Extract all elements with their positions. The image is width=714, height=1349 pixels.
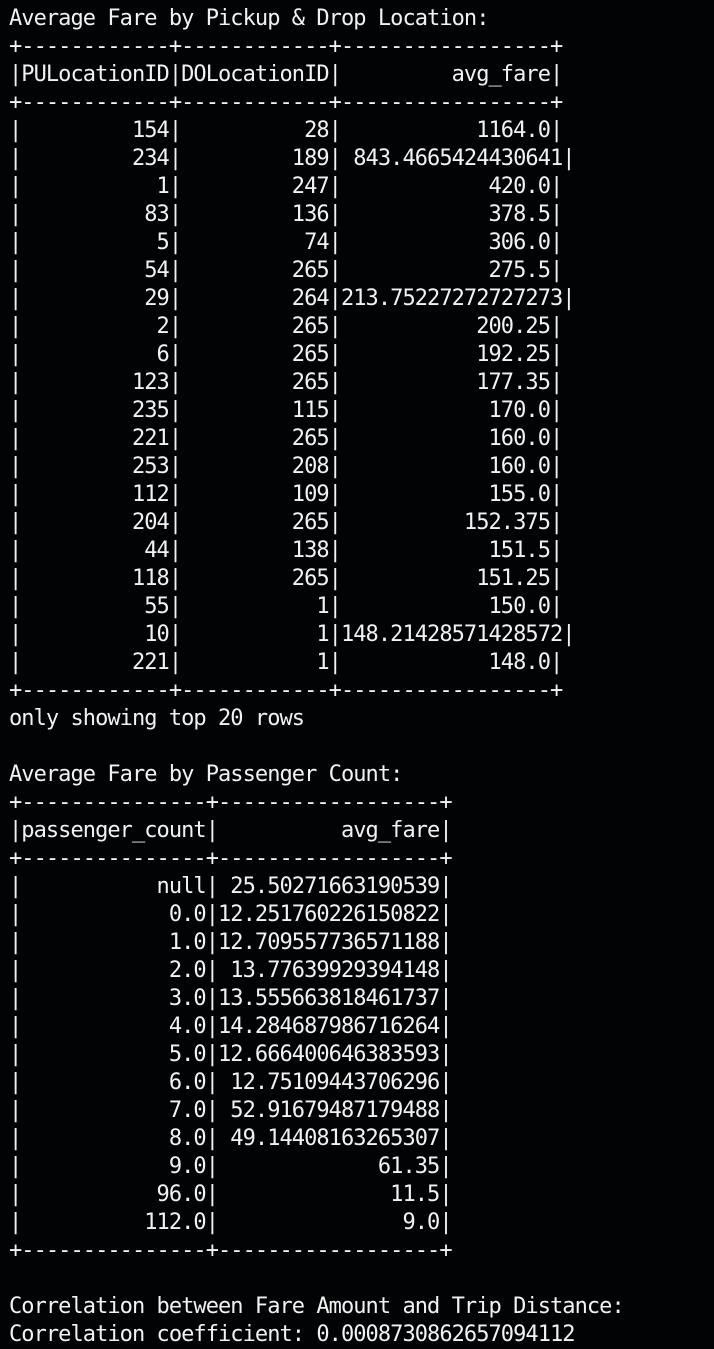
table-row: | 0.0|12.251760226150822|: [9, 902, 453, 927]
section-title-correlation: Correlation between Fare Amount and Trip…: [9, 1294, 625, 1319]
row-limit-notice: only showing top 20 rows: [9, 706, 305, 731]
table-row: | 123| 265| 177.35|: [9, 370, 563, 395]
table-row: | 2.0| 13.77639929394148|: [9, 958, 453, 983]
table-row: | 44| 138| 151.5|: [9, 538, 563, 563]
section-title-passenger: Average Fare by Passenger Count:: [9, 762, 403, 787]
table-row: | 154| 28| 1164.0|: [9, 118, 563, 143]
table-header: |passenger_count| avg_fare|: [9, 818, 453, 843]
table-row: | 118| 265| 151.25|: [9, 566, 563, 591]
table-border: +------------+------------+-------------…: [9, 90, 563, 115]
table-border: +------------+------------+-------------…: [9, 34, 563, 59]
table-row: | 1| 247| 420.0|: [9, 174, 563, 199]
table-border: +------------+------------+-------------…: [9, 678, 563, 703]
table-border: +---------------+------------------+: [9, 790, 453, 815]
table-row: | 10| 1|148.21428571428572|: [9, 622, 576, 647]
table-row: | 5| 74| 306.0|: [9, 230, 563, 255]
table-row: | null| 25.50271663190539|: [9, 874, 453, 899]
table-row: | 55| 1| 150.0|: [9, 594, 563, 619]
terminal-output: Average Fare by Pickup & Drop Location: …: [0, 0, 714, 1348]
table-row: | 3.0|13.555663818461737|: [9, 986, 453, 1011]
table-row: | 234| 189| 843.4665424430641|: [9, 146, 576, 171]
table-row: | 29| 264|213.75227272727273|: [9, 286, 576, 311]
table-row: | 6| 265| 192.25|: [9, 342, 563, 367]
table-border: +---------------+------------------+: [9, 1238, 453, 1263]
table-row: | 96.0| 11.5|: [9, 1182, 453, 1207]
table-row: | 6.0| 12.75109443706296|: [9, 1070, 453, 1095]
section-title-location: Average Fare by Pickup & Drop Location:: [9, 6, 489, 31]
table-row: | 7.0| 52.91679487179488|: [9, 1098, 453, 1123]
table-row: | 8.0| 49.14408163265307|: [9, 1126, 453, 1151]
table-row: | 4.0|14.284687986716264|: [9, 1014, 453, 1039]
table-row: | 221| 1| 148.0|: [9, 650, 563, 675]
table-row: | 253| 208| 160.0|: [9, 454, 563, 479]
table-row: | 9.0| 61.35|: [9, 1154, 453, 1179]
table-row: | 5.0|12.666400646383593|: [9, 1042, 453, 1067]
table-row: | 112.0| 9.0|: [9, 1210, 453, 1235]
table-header: |PULocationID|DOLocationID| avg_fare|: [9, 62, 563, 87]
table-row: | 83| 136| 378.5|: [9, 202, 563, 227]
correlation-result: Correlation coefficient: 0.0008730862657…: [9, 1322, 576, 1347]
table-row: | 54| 265| 275.5|: [9, 258, 563, 283]
table-row: | 221| 265| 160.0|: [9, 426, 563, 451]
table-border: +---------------+------------------+: [9, 846, 453, 871]
table-row: | 235| 115| 170.0|: [9, 398, 563, 423]
table-row: | 2| 265| 200.25|: [9, 314, 563, 339]
table-row: | 204| 265| 152.375|: [9, 510, 563, 535]
table-row: | 112| 109| 155.0|: [9, 482, 563, 507]
table-row: | 1.0|12.709557736571188|: [9, 930, 453, 955]
